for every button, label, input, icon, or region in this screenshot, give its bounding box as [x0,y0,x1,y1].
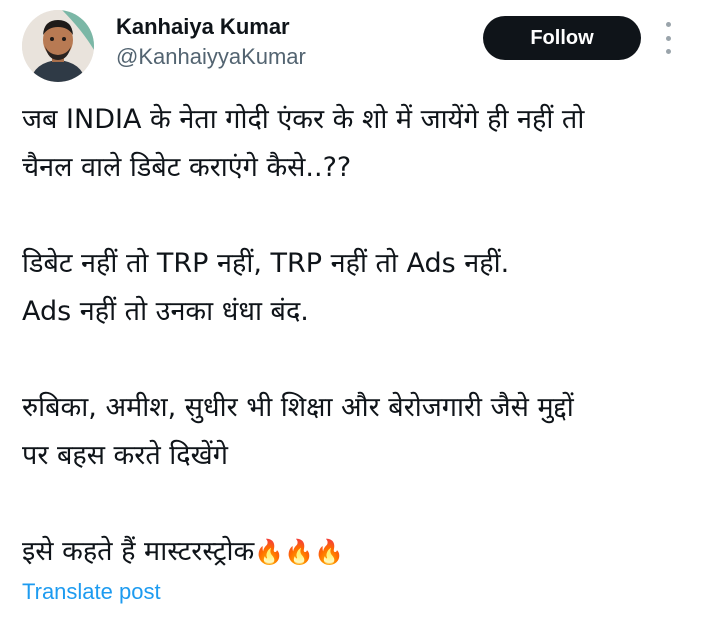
post-line: इसे कहते हैं मास्टरस्ट्रोक [22,536,255,567]
avatar[interactable] [22,10,94,82]
more-dot [665,35,671,41]
more-dot [665,22,671,27]
user-name[interactable]: Kanhaiya Kumar [116,14,290,40]
fire-emoji-icon: 🔥🔥🔥 [254,538,344,566]
translate-post-link[interactable]: Translate post [22,579,161,605]
post-line-last: इसे कहते हैं मास्टरस्ट्रोक🔥🔥🔥 [22,528,692,576]
post-header: Kanhaiya Kumar @KanhaiyyaKumar Follow [0,0,706,90]
post-line: पर बहस करते दिखेंगे [22,440,228,471]
user-handle[interactable]: @KanhaiyyaKumar [116,44,306,70]
post-line: डिबेट नहीं तो TRP नहीं, TRP नहीं तो Ads … [22,248,510,279]
more-vertical-icon[interactable] [660,22,676,54]
post-line: Ads नहीं तो उनका धंधा बंद. [22,296,309,327]
post-text: जब INDIA के नेता गोदी एंकर के शो में जाय… [22,96,692,576]
post-line: चैनल वाले डिबेट कराएंगे कैसे..?? [22,152,352,183]
post-line: रुबिका, अमीश, सुधीर भी शिक्षा और बेरोजगा… [22,392,574,423]
post-line: जब INDIA के नेता गोदी एंकर के शो में जाय… [22,104,585,135]
more-dot [665,49,671,54]
profile-photo-icon [22,10,94,82]
follow-button[interactable]: Follow [483,16,641,60]
